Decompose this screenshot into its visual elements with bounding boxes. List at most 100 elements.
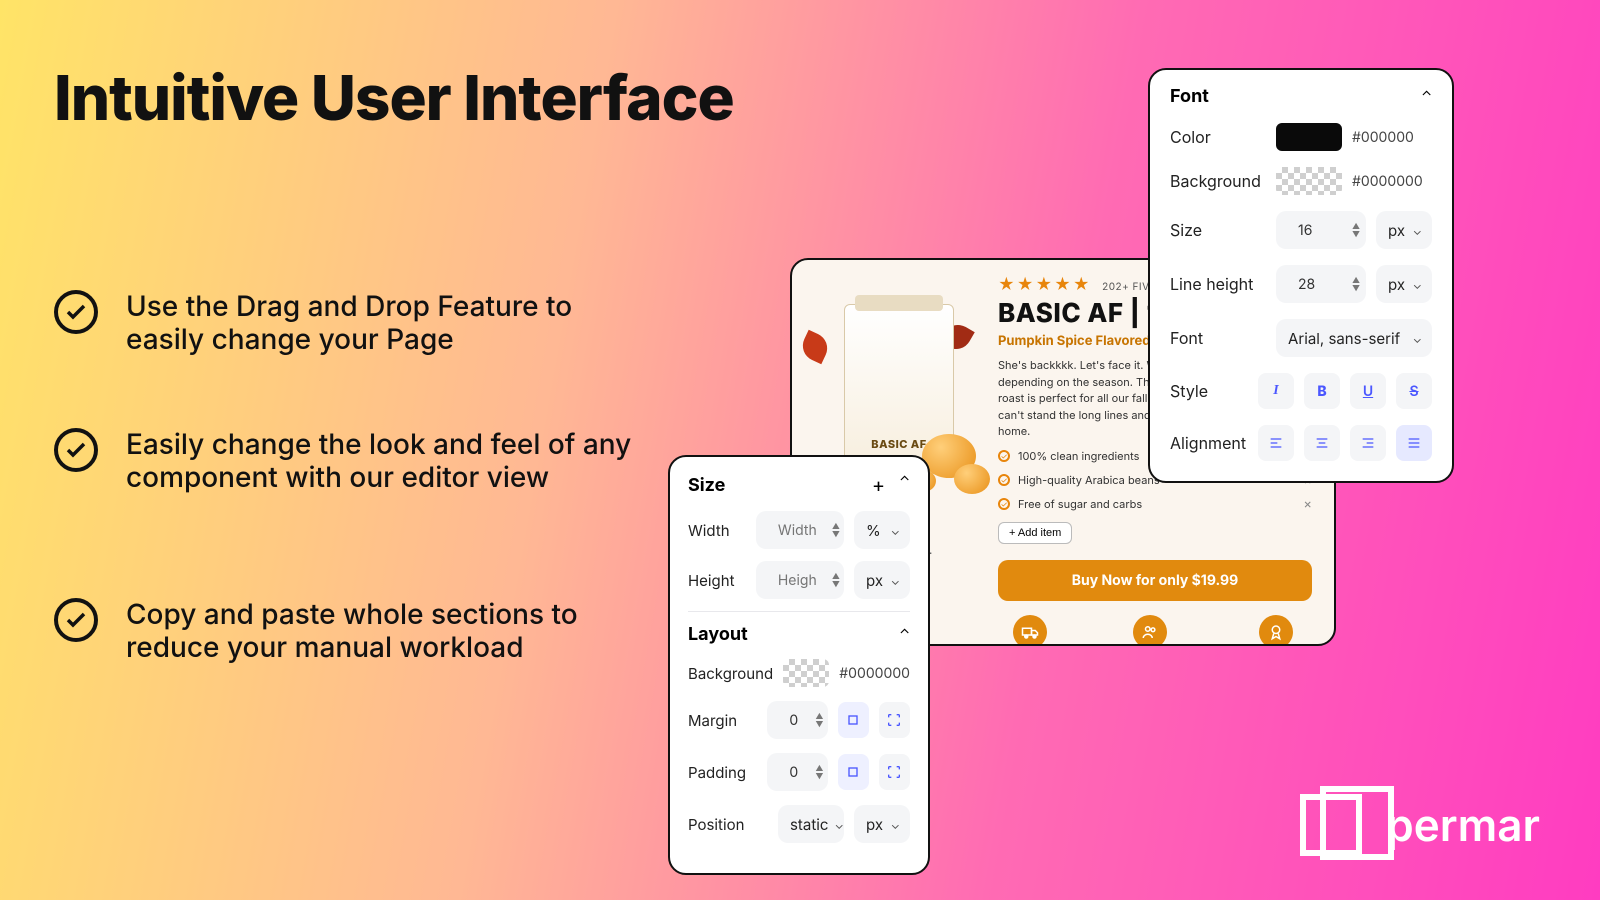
check-icon — [54, 428, 98, 472]
collapse-icon[interactable]: ⌃ — [899, 626, 910, 643]
font-panel: Font ⌃ Color #000000 Background #0000000… — [1148, 68, 1454, 483]
italic-button[interactable]: I — [1258, 373, 1294, 409]
line-height-field[interactable] — [1288, 266, 1346, 302]
feature-text: Free of sugar and carbs — [1018, 497, 1142, 511]
width-field[interactable] — [768, 512, 826, 548]
star-icon: ★★★★★ — [998, 274, 1092, 294]
collapse-icon[interactable]: ⌃ — [1421, 88, 1432, 105]
font-background-label: Background — [1170, 171, 1266, 191]
stepper-down-icon[interactable]: ▼ — [1352, 284, 1360, 292]
strikethrough-button[interactable]: S — [1396, 373, 1432, 409]
font-size-field[interactable] — [1288, 212, 1346, 248]
font-size-label: Size — [1170, 220, 1266, 240]
background-hex: #0000000 — [839, 665, 910, 682]
alignment-label: Alignment — [1170, 433, 1248, 453]
add-item-button[interactable]: + Add item — [998, 522, 1072, 544]
font-size-unit-select[interactable]: px⌄ — [1376, 211, 1432, 249]
color-hex: #000000 — [1352, 129, 1414, 146]
bullet-text: Use the Drag and Drop Feature to easily … — [126, 290, 636, 356]
chevron-down-icon: ⌄ — [891, 573, 900, 588]
chevron-down-icon: ⌄ — [891, 817, 900, 832]
stepper-down-icon[interactable]: ▼ — [832, 530, 840, 538]
feature-text: High-quality Arabica beans — [1018, 473, 1160, 487]
stepper-down-icon[interactable]: ▼ — [815, 720, 823, 728]
feature-row: Free of sugar and carbs × — [998, 496, 1312, 512]
underline-button[interactable]: U — [1350, 373, 1386, 409]
font-background-hex: #0000000 — [1352, 173, 1423, 190]
stepper-down-icon[interactable]: ▼ — [1352, 230, 1360, 238]
collapse-icon[interactable]: ⌃ — [899, 473, 910, 497]
position-label: Position — [688, 815, 768, 834]
permar-logo-icon — [1300, 794, 1362, 856]
bullet-text: Easily change the look and feel of any c… — [126, 428, 636, 494]
chevron-down-icon: ⌄ — [1413, 277, 1422, 292]
size-layout-panel: Size + ⌃ Width ▲▼ %⌄ Height ▲▼ px⌄ Layou… — [668, 455, 930, 875]
height-label: Height — [688, 571, 746, 590]
margin-field[interactable] — [779, 702, 809, 738]
box-model-uniform-icon[interactable] — [838, 754, 869, 790]
height-field[interactable] — [768, 562, 826, 598]
font-section-title: Font — [1170, 86, 1209, 107]
buy-now-button[interactable]: Buy Now for only $19.99 — [998, 560, 1312, 601]
chevron-down-icon: ⌄ — [1413, 331, 1422, 346]
align-justify-button[interactable] — [1396, 425, 1432, 461]
position-unit-select[interactable]: px⌄ — [854, 805, 910, 843]
feature-text: 100% clean ingredients — [1018, 449, 1139, 463]
box-model-expand-icon[interactable] — [879, 754, 910, 790]
check-icon — [998, 450, 1010, 462]
users-icon — [1133, 615, 1167, 647]
bold-button[interactable]: B — [1304, 373, 1340, 409]
margin-input[interactable]: ▲▼ — [767, 701, 827, 739]
line-height-input[interactable]: ▲▼ — [1276, 265, 1366, 303]
brand-logo: permar — [1300, 794, 1540, 856]
line-height-unit-select[interactable]: px⌄ — [1376, 265, 1432, 303]
font-style-label: Style — [1170, 381, 1248, 401]
truck-icon — [1013, 615, 1047, 647]
line-height-label: Line height — [1170, 274, 1266, 294]
check-icon — [54, 290, 98, 334]
feature-bullet: Use the Drag and Drop Feature to easily … — [54, 290, 636, 356]
chevron-down-icon: ⌄ — [1413, 223, 1422, 238]
box-model-uniform-icon[interactable] — [838, 702, 869, 738]
award-icon — [1259, 615, 1293, 647]
feature-bullet: Easily change the look and feel of any c… — [54, 428, 636, 494]
chevron-down-icon: ⌄ — [891, 523, 900, 538]
padding-input[interactable]: ▲▼ — [767, 753, 827, 791]
check-icon — [998, 474, 1010, 486]
check-icon — [54, 598, 98, 642]
align-right-button[interactable] — [1350, 425, 1386, 461]
bullet-text: Copy and paste whole sections to reduce … — [126, 598, 636, 664]
height-unit-select[interactable]: px⌄ — [854, 561, 910, 599]
remove-feature-icon[interactable]: × — [1303, 496, 1312, 512]
color-label: Color — [1170, 127, 1266, 147]
align-left-button[interactable] — [1258, 425, 1294, 461]
check-icon — [998, 498, 1010, 510]
box-model-expand-icon[interactable] — [879, 702, 910, 738]
padding-label: Padding — [688, 763, 757, 782]
margin-label: Margin — [688, 711, 757, 730]
background-swatch[interactable] — [783, 659, 829, 687]
padding-field[interactable] — [779, 754, 809, 790]
width-unit-select[interactable]: %⌄ — [854, 511, 910, 549]
layout-section-title: Layout — [688, 624, 748, 645]
width-label: Width — [688, 521, 746, 540]
font-background-swatch[interactable] — [1276, 167, 1342, 195]
page-title: Intuitive User Interface — [54, 60, 734, 135]
font-size-input[interactable]: ▲▼ — [1276, 211, 1366, 249]
position-select[interactable]: static⌄ — [778, 805, 844, 843]
trust-badges: Free delivery* Loved by millions Premium… — [998, 615, 1312, 647]
height-input[interactable]: ▲▼ — [756, 561, 844, 599]
color-swatch[interactable] — [1276, 123, 1342, 151]
stepper-down-icon[interactable]: ▼ — [832, 580, 840, 588]
align-center-button[interactable] — [1304, 425, 1340, 461]
feature-bullet: Copy and paste whole sections to reduce … — [54, 598, 636, 664]
chevron-down-icon: ⌄ — [834, 817, 843, 832]
add-icon[interactable]: + — [872, 473, 885, 497]
background-label: Background — [688, 664, 773, 683]
size-section-title: Size — [688, 475, 725, 496]
font-family-select[interactable]: Arial, sans-serif⌄ — [1276, 319, 1432, 357]
brand-name: permar — [1386, 798, 1540, 852]
width-input[interactable]: ▲▼ — [756, 511, 844, 549]
stepper-down-icon[interactable]: ▼ — [815, 772, 823, 780]
font-family-label: Font — [1170, 328, 1266, 348]
